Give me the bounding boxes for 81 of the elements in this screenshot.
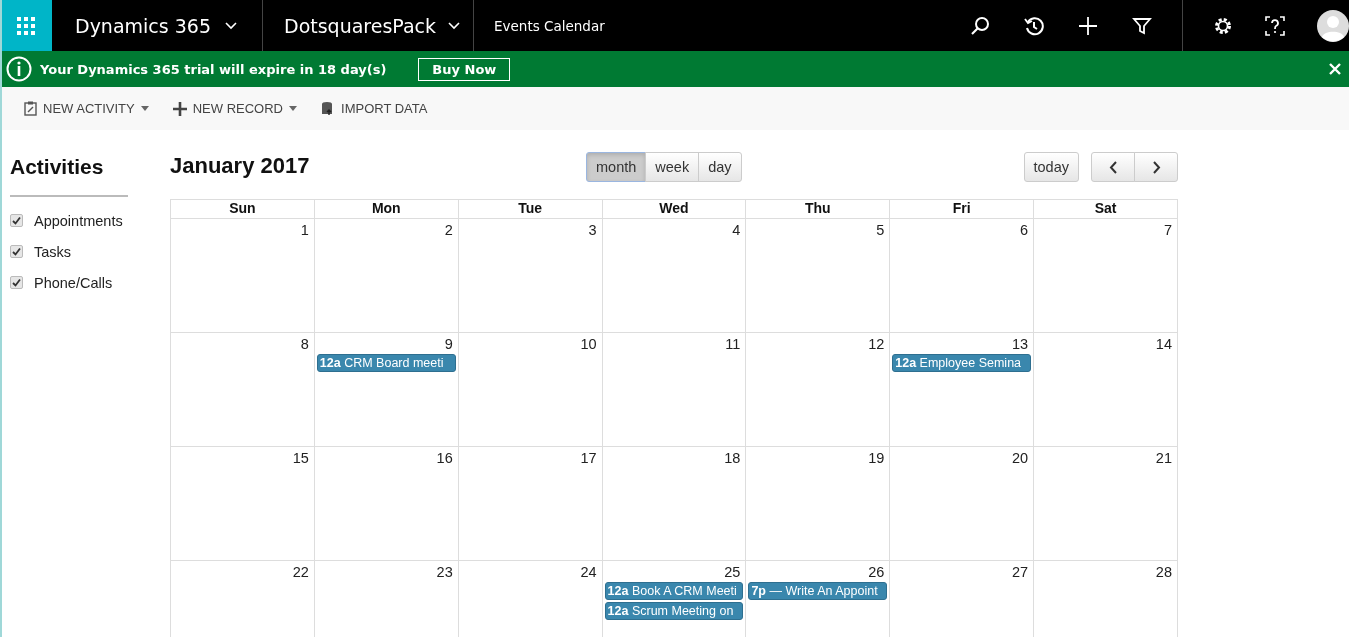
settings-icon[interactable]	[1213, 15, 1233, 36]
info-icon	[6, 56, 32, 82]
event-chip[interactable]: 12a Book A CRM Meeti	[604, 582, 744, 600]
checkbox[interactable]	[10, 214, 23, 227]
day-number: 10	[580, 336, 597, 352]
weekday-header: Sun	[229, 200, 256, 216]
sidebar-title: Activities	[10, 154, 105, 179]
checkbox[interactable]	[10, 245, 23, 258]
module-name[interactable]: DotsquaresPack	[284, 14, 437, 37]
event-chip[interactable]: 12a Employee Semina	[892, 354, 1032, 372]
clipboard-icon	[24, 101, 37, 116]
today-button[interactable]: today	[1023, 152, 1079, 182]
day-number: 22	[292, 564, 309, 580]
day-number: 20	[1012, 450, 1029, 466]
day-number: 28	[1155, 564, 1172, 580]
trial-message: Your Dynamics 365 trial will expire in 18 day(s)	[40, 61, 387, 77]
event-chip[interactable]: 7p — Write An Appoint	[748, 582, 888, 600]
view-tab[interactable]: day	[698, 152, 742, 182]
view-tab[interactable]: month	[586, 152, 647, 182]
caret-icon	[289, 106, 297, 111]
day-number: 3	[588, 222, 597, 238]
calendar-title: January 2017	[170, 152, 311, 179]
day-number: 11	[725, 336, 741, 352]
day-number: 18	[724, 450, 741, 466]
event-chip[interactable]: 12a CRM Board meeti	[316, 354, 456, 372]
chevron-right-icon	[1151, 160, 1161, 174]
chevron-down-icon[interactable]	[448, 21, 461, 30]
chevron-down-icon[interactable]	[225, 21, 237, 30]
day-number: 9	[444, 336, 453, 352]
chevron-left-icon	[1108, 160, 1118, 174]
help-icon[interactable]	[1265, 15, 1285, 36]
page-title: Events Calendar	[494, 17, 605, 34]
app-name[interactable]: Dynamics 365	[75, 14, 211, 37]
filter-label: Tasks	[34, 243, 72, 260]
weekday-header: Mon	[371, 200, 401, 216]
day-number: 16	[436, 450, 453, 466]
buy-now-button[interactable]: Buy Now	[418, 57, 511, 81]
day-number: 1	[300, 222, 309, 238]
toolbar-button[interactable]: NEW ACTIVITY	[24, 101, 149, 116]
event-chip[interactable]: 12a Scrum Meeting on	[604, 602, 744, 620]
grid-icon	[17, 16, 35, 35]
view-tab[interactable]: week	[645, 152, 700, 182]
history-icon[interactable]	[1024, 15, 1044, 36]
day-number: 7	[1163, 222, 1172, 238]
day-number: 12	[868, 336, 885, 352]
weekday-header: Tue	[518, 200, 543, 216]
checkbox[interactable]	[10, 276, 23, 289]
next-button[interactable]	[1134, 152, 1178, 182]
database-icon	[321, 101, 335, 116]
previous-button[interactable]	[1091, 152, 1135, 182]
day-number: 14	[1155, 336, 1172, 352]
plus-icon[interactable]	[1078, 15, 1098, 36]
day-number: 15	[292, 450, 309, 466]
day-number: 19	[868, 450, 885, 466]
toolbar-button[interactable]: NEW RECORD	[172, 101, 297, 116]
filter-label: Phone/Calls	[34, 274, 113, 291]
day-number: 5	[876, 222, 885, 238]
day-number: 6	[1020, 222, 1029, 238]
plus-icon	[172, 101, 187, 116]
search-icon[interactable]	[970, 15, 990, 36]
filter-label: Appointments	[34, 212, 123, 229]
day-number: 17	[580, 450, 597, 466]
day-number: 27	[1012, 564, 1029, 580]
toolbar-button[interactable]: IMPORT DATA	[321, 101, 428, 116]
day-number: 2	[444, 222, 453, 238]
weekday-header: Wed	[659, 200, 689, 216]
day-number: 25	[724, 564, 741, 580]
weekday-header: Thu	[805, 200, 831, 216]
weekday-header: Sat	[1094, 200, 1117, 216]
close-icon[interactable]	[1329, 63, 1341, 75]
day-number: 26	[868, 564, 885, 580]
day-number: 24	[580, 564, 597, 580]
filter-icon[interactable]	[1132, 15, 1152, 36]
avatar-icon[interactable]	[1317, 9, 1349, 42]
day-number: 21	[1155, 450, 1172, 466]
weekday-header: Fri	[952, 200, 971, 216]
caret-icon	[140, 106, 149, 111]
day-number: 13	[1012, 336, 1029, 352]
day-number: 23	[436, 564, 453, 580]
day-number: 8	[300, 336, 309, 352]
day-number: 4	[732, 222, 741, 238]
